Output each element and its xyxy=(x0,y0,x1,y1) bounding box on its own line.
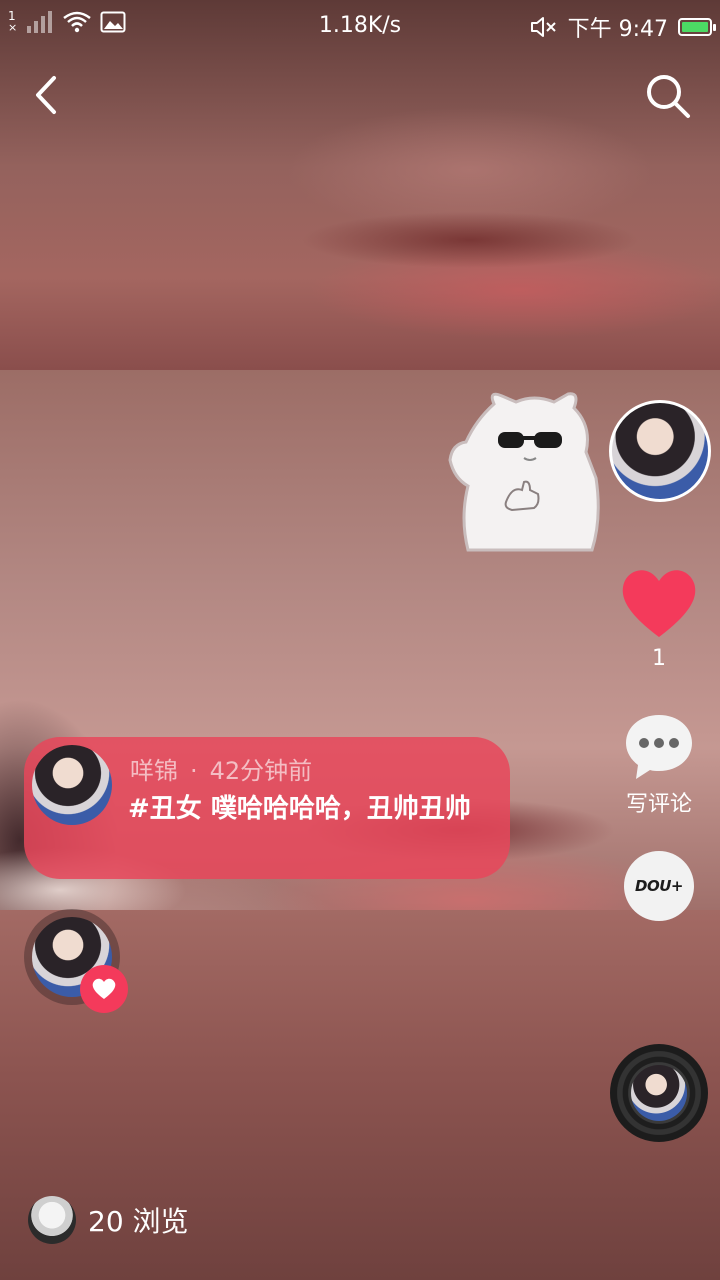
mute-icon xyxy=(530,17,556,37)
meta-separator: · xyxy=(190,757,198,785)
viewer-avatar xyxy=(28,1196,76,1244)
clock: 下午 9:47 xyxy=(567,17,668,42)
heart-icon xyxy=(622,570,696,637)
views-count: 20 浏览 xyxy=(88,1205,189,1238)
commenter-avatar[interactable] xyxy=(32,745,112,825)
comment-meta: 咩锦 · 42分钟前 xyxy=(130,751,312,786)
like-count: 1 xyxy=(652,646,666,671)
chevron-left-icon xyxy=(36,76,56,114)
dou-plus-label: DOU+ xyxy=(635,877,683,895)
battery-fill xyxy=(682,22,708,32)
comment-username[interactable]: 咩锦 xyxy=(130,757,178,785)
comment-time: 42分钟前 xyxy=(209,757,313,785)
liked-badge xyxy=(80,965,128,1013)
comment-button[interactable] xyxy=(622,711,696,783)
music-disc[interactable] xyxy=(610,1044,708,1142)
search-button[interactable] xyxy=(644,72,692,120)
back-button[interactable] xyxy=(26,70,70,120)
music-cover xyxy=(631,1065,687,1121)
views-row[interactable]: 20 浏览 xyxy=(28,1196,189,1244)
comment-label: 写评论 xyxy=(625,792,692,817)
cat-sunglasses-sticker xyxy=(448,392,600,552)
video-frame-top xyxy=(0,0,720,370)
battery-icon xyxy=(678,18,716,36)
search-icon xyxy=(647,75,690,118)
status-bar: 1 × 1.18K/s 下午 9:47 xyxy=(0,0,720,54)
comment-bubble-icon xyxy=(626,715,692,779)
comment-text: #丑女 噗哈哈哈哈，丑帅丑帅 xyxy=(128,794,471,824)
dou-plus-button[interactable]: DOU+ xyxy=(624,851,694,921)
like-button[interactable] xyxy=(618,565,700,643)
heart-badge-icon xyxy=(92,978,116,999)
author-avatar[interactable] xyxy=(609,400,711,502)
status-right: 下午 9:47 xyxy=(530,11,716,43)
comment-bubble[interactable]: 咩锦 · 42分钟前 #丑女 噗哈哈哈哈，丑帅丑帅 xyxy=(24,737,510,879)
